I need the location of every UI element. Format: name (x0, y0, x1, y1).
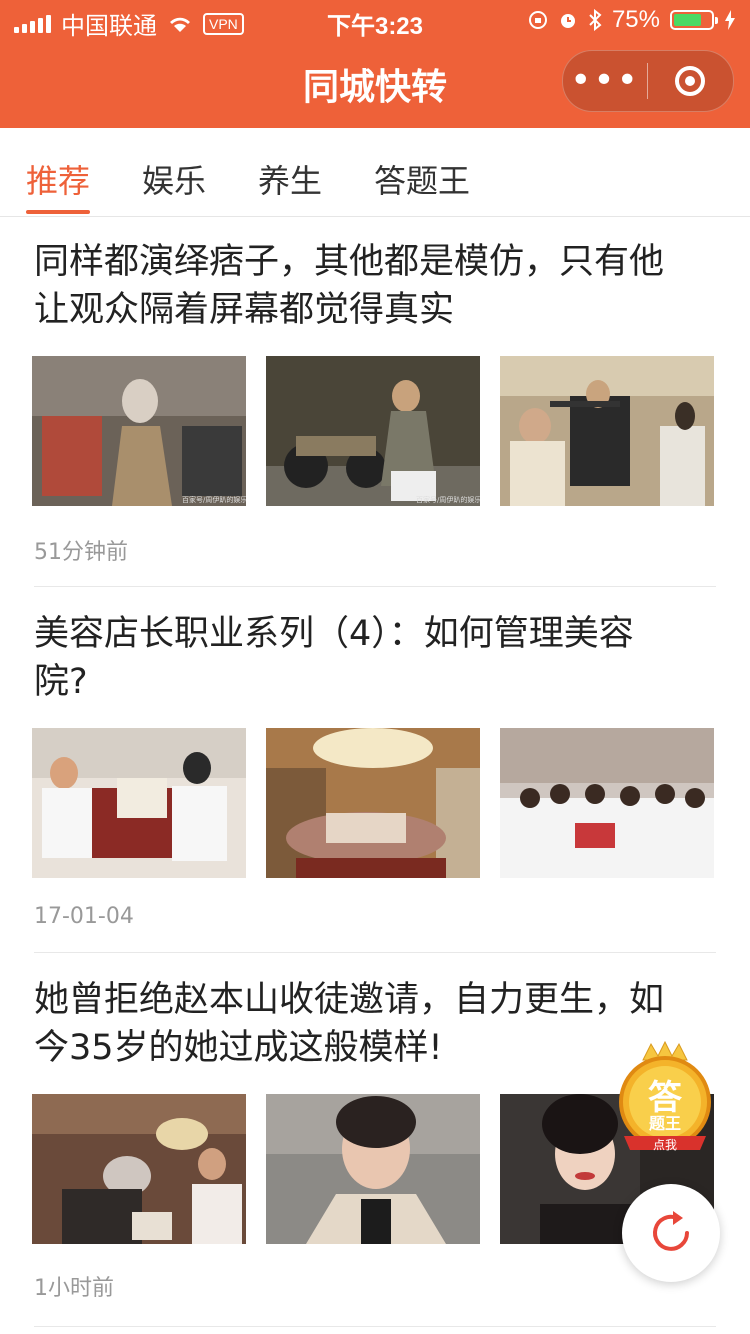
article-thumbnail (266, 1094, 480, 1244)
refresh-icon (653, 1211, 689, 1251)
article-images (32, 1094, 716, 1244)
article-thumbnail (500, 728, 714, 878)
article-images: 百家号/周伊趴的娱乐 百家号/周伊趴的娱乐 (32, 356, 716, 506)
article-thumbnail (32, 728, 246, 878)
svg-text:百家号/周伊趴的娱乐: 百家号/周伊趴的娱乐 (182, 495, 246, 504)
active-tab-indicator (26, 210, 90, 214)
target-circle-icon[interactable] (648, 66, 732, 96)
category-tabs: 推荐 娱乐 养生 答题王 (0, 128, 750, 217)
more-dots-icon[interactable]: ••• (563, 63, 647, 99)
article-title: 同样都演绎痞子，其他都是模仿，只有他 让观众隔着屏幕都觉得真实 (34, 242, 665, 330)
article-time: 17-01-04 (34, 904, 134, 929)
divider (34, 1326, 716, 1327)
article-card[interactable]: 她曾拒绝赵本山收徒邀请，自力更生，如 今35岁的她过成这般模样! 1小时前 (32, 976, 716, 1316)
quiz-king-badge[interactable]: 答 题王 点我 (618, 1040, 712, 1170)
mini-program-capsule: ••• (562, 50, 734, 112)
article-title: 美容店长职业系列（4）：如何管理美容 院? (34, 614, 634, 702)
charging-icon (725, 10, 735, 30)
article-time: 51分钟前 (34, 540, 128, 565)
refresh-button[interactable] (622, 1184, 720, 1282)
article-card[interactable]: 同样都演绎痞子，其他都是模仿，只有他 让观众隔着屏幕都觉得真实 百家号/周伊趴的… (32, 238, 716, 568)
bluetooth-icon (589, 9, 602, 31)
divider (34, 586, 716, 587)
battery-icon (670, 10, 718, 30)
article-time: 1小时前 (34, 1276, 114, 1301)
svg-text:百家号/周伊趴的娱乐: 百家号/周伊趴的娱乐 (416, 495, 480, 504)
article-card[interactable]: 美容店长职业系列（4）：如何管理美容 院? 17-01-04 (32, 610, 716, 940)
divider (34, 952, 716, 953)
badge-cta: 点我 (652, 1138, 677, 1152)
tab-recommend[interactable]: 推荐 (26, 156, 90, 202)
tab-entertainment[interactable]: 娱乐 (142, 156, 206, 202)
battery-level (674, 14, 701, 26)
article-thumbnail: 百家号/周伊趴的娱乐 (266, 356, 480, 506)
rotation-lock-icon (528, 11, 547, 29)
status-bar: 中国联通 VPN 下午3:23 75% (0, 0, 750, 40)
alarm-icon (560, 14, 575, 28)
article-thumbnail (32, 1094, 246, 1244)
battery-percent: 75% (611, 6, 660, 33)
tab-health[interactable]: 养生 (258, 156, 322, 202)
article-thumbnail (266, 728, 480, 878)
article-title: 她曾拒绝赵本山收徒邀请，自力更生，如 今35岁的她过成这般模样! (34, 980, 665, 1068)
article-images (32, 728, 716, 878)
app-header: 中国联通 VPN 下午3:23 75% 同城快转 ••• (0, 0, 750, 128)
tab-quiz-king[interactable]: 答题王 (374, 156, 470, 202)
article-thumbnail (500, 356, 714, 506)
article-thumbnail: 百家号/周伊趴的娱乐 (32, 356, 246, 506)
badge-sub-label: 题王 (648, 1114, 681, 1133)
